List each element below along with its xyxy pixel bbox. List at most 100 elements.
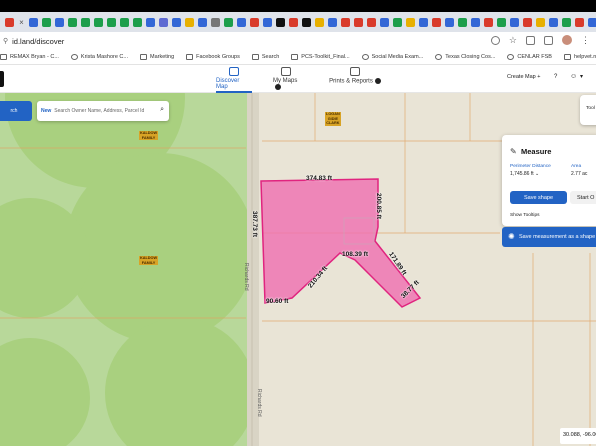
tab-favicon[interactable] xyxy=(523,17,532,27)
more-menu-icon[interactable]: ⋮ xyxy=(581,35,590,45)
bookmark-label: CENLAR FSB xyxy=(517,54,552,60)
perimeter-label[interactable]: Perimeter Distance xyxy=(510,164,551,169)
bookmark-item[interactable]: PCS-Toolkit_Final... xyxy=(291,54,350,60)
tab-favicon[interactable] xyxy=(55,17,64,27)
save-shape-button[interactable]: Save shape xyxy=(510,191,567,204)
tab-favicon[interactable] xyxy=(42,17,51,27)
save-measurement-button[interactable]: ✺ Save measurement as a shape xyxy=(502,227,596,247)
tools-button[interactable]: Tool xyxy=(580,95,596,125)
tab-favicon[interactable] xyxy=(354,17,363,27)
tab-favicon[interactable] xyxy=(575,17,584,27)
tab-favicon[interactable] xyxy=(68,17,77,27)
tab-favicon[interactable] xyxy=(81,17,90,27)
tab-favicon[interactable] xyxy=(549,17,558,27)
tab-favicon[interactable] xyxy=(367,17,376,27)
tab-favicon[interactable] xyxy=(562,17,571,27)
search-button[interactable]: rch xyxy=(0,101,32,121)
tab-favicon[interactable] xyxy=(198,17,207,27)
tab-discover-map[interactable]: Discover Map xyxy=(216,67,252,93)
chevron-down-icon[interactable]: ▾ xyxy=(580,73,583,80)
tab-favicon[interactable] xyxy=(458,17,467,27)
tab-favicon[interactable] xyxy=(497,17,506,27)
sidebar-icon[interactable] xyxy=(544,35,553,45)
search-input[interactable]: New Search Owner Name, Address, Parcel I… xyxy=(37,101,169,121)
help-icon[interactable]: ? xyxy=(554,74,557,80)
bookmark-item[interactable]: helpvet.net is wort... xyxy=(563,54,596,60)
owner-label[interactable]: KALDOW FAMILY xyxy=(139,256,159,265)
tab-favicon[interactable] xyxy=(510,17,519,27)
tab-favicon[interactable] xyxy=(276,17,285,27)
tab-favicon[interactable] xyxy=(159,17,168,27)
tab-favicon[interactable] xyxy=(471,17,480,27)
tab-favicon[interactable] xyxy=(211,17,220,27)
tab-favicon[interactable] xyxy=(393,17,402,27)
user-icon[interactable]: ☺ xyxy=(570,73,577,80)
tab-my-maps[interactable]: My Maps xyxy=(273,67,299,93)
site-favicon-icon xyxy=(435,54,443,60)
site-info-icon[interactable]: ⚲ xyxy=(3,37,8,45)
new-badge: New xyxy=(41,108,52,114)
browser-window: × ⚲ id.land/discover ☆ ⋮ REMAX Bryan - C… xyxy=(0,12,596,446)
bookmark-item[interactable]: Social Media Exam... xyxy=(361,54,423,60)
tab-favicon[interactable] xyxy=(94,17,103,27)
tab-favicon[interactable] xyxy=(328,17,337,27)
extension-icon[interactable] xyxy=(490,35,500,45)
bookmark-item[interactable]: Marketing xyxy=(139,54,174,60)
map-icon xyxy=(281,67,291,76)
tab-favicon[interactable] xyxy=(588,17,596,27)
start-over-button[interactable]: Start O xyxy=(570,191,596,204)
create-map-button[interactable]: Create Map + xyxy=(507,74,540,80)
tab-favicon[interactable] xyxy=(419,17,428,27)
owner-label[interactable]: LOGAN GIDIE CLARK xyxy=(325,112,341,126)
tab-favicon[interactable] xyxy=(29,17,38,27)
bookmark-item[interactable]: Search xyxy=(251,54,279,60)
site-favicon-icon xyxy=(70,54,78,60)
bookmark-item[interactable]: REMAX Bryan - C... xyxy=(0,54,59,60)
chevron-down-icon[interactable]: ⌄ xyxy=(535,171,539,177)
show-tooltips-toggle[interactable]: Show Tooltips xyxy=(510,213,540,218)
bookmark-item[interactable]: Krista Mashore C... xyxy=(70,54,128,60)
tab-favicon[interactable] xyxy=(224,17,233,27)
extensions-icon[interactable] xyxy=(526,35,535,45)
owner-label[interactable]: KALDOW FAMILY xyxy=(139,131,159,140)
perimeter-value[interactable]: 1,745.86 ft ⌄ xyxy=(510,171,539,177)
bookmark-item[interactable]: Texas Closing Cos... xyxy=(435,54,495,60)
tab-favicon[interactable] xyxy=(406,17,415,27)
tab-favicon[interactable] xyxy=(536,17,545,27)
tab-favicon[interactable] xyxy=(341,17,350,27)
tab-favicon[interactable] xyxy=(432,17,441,27)
tab-favicon[interactable] xyxy=(172,17,181,27)
url-field[interactable]: id.land/discover xyxy=(12,37,64,46)
bookmark-item[interactable]: Facebook Groups xyxy=(186,54,240,60)
map-canvas[interactable]: KALDOW FAMILY KALDOW FAMILY LOGAN GIDIE CLAR… xyxy=(0,93,596,446)
folder-icon xyxy=(139,54,147,60)
tab-favicon[interactable] xyxy=(289,17,298,27)
tab-favicon[interactable] xyxy=(185,17,194,27)
tab-favicon[interactable] xyxy=(237,17,246,27)
profile-avatar[interactable] xyxy=(562,35,572,45)
tab-favicon[interactable] xyxy=(302,17,311,27)
dimension-label: 374.83 ft xyxy=(306,175,333,182)
bookmark-item[interactable]: CENLAR FSB xyxy=(507,54,552,60)
tab-favicon[interactable] xyxy=(484,17,493,27)
tab-favicon[interactable] xyxy=(315,17,324,27)
app-logo[interactable] xyxy=(0,71,4,87)
search-icon[interactable]: ⌕ xyxy=(160,106,164,114)
tab-favicon[interactable] xyxy=(445,17,454,27)
tab-favicon[interactable] xyxy=(133,17,142,27)
tab-favicon[interactable] xyxy=(250,17,259,27)
tab-strip: × xyxy=(0,12,596,32)
tab-favicon[interactable] xyxy=(107,17,116,27)
tab-favicon[interactable] xyxy=(380,17,389,27)
tab-label: Prints & Reports xyxy=(329,78,381,85)
tab-favicon[interactable] xyxy=(146,17,155,27)
folder-icon xyxy=(0,54,7,60)
tab-favicon[interactable] xyxy=(120,17,129,27)
area-label[interactable]: Area xyxy=(571,164,581,169)
bookmark-star-icon[interactable]: ☆ xyxy=(509,35,517,45)
tab-prints-reports[interactable]: Prints & Reports xyxy=(327,67,383,93)
close-icon[interactable]: × xyxy=(17,18,26,27)
tab-favicon[interactable] xyxy=(5,17,14,27)
area-value[interactable]: 2.77 ac xyxy=(571,171,587,177)
tab-favicon[interactable] xyxy=(263,17,272,27)
